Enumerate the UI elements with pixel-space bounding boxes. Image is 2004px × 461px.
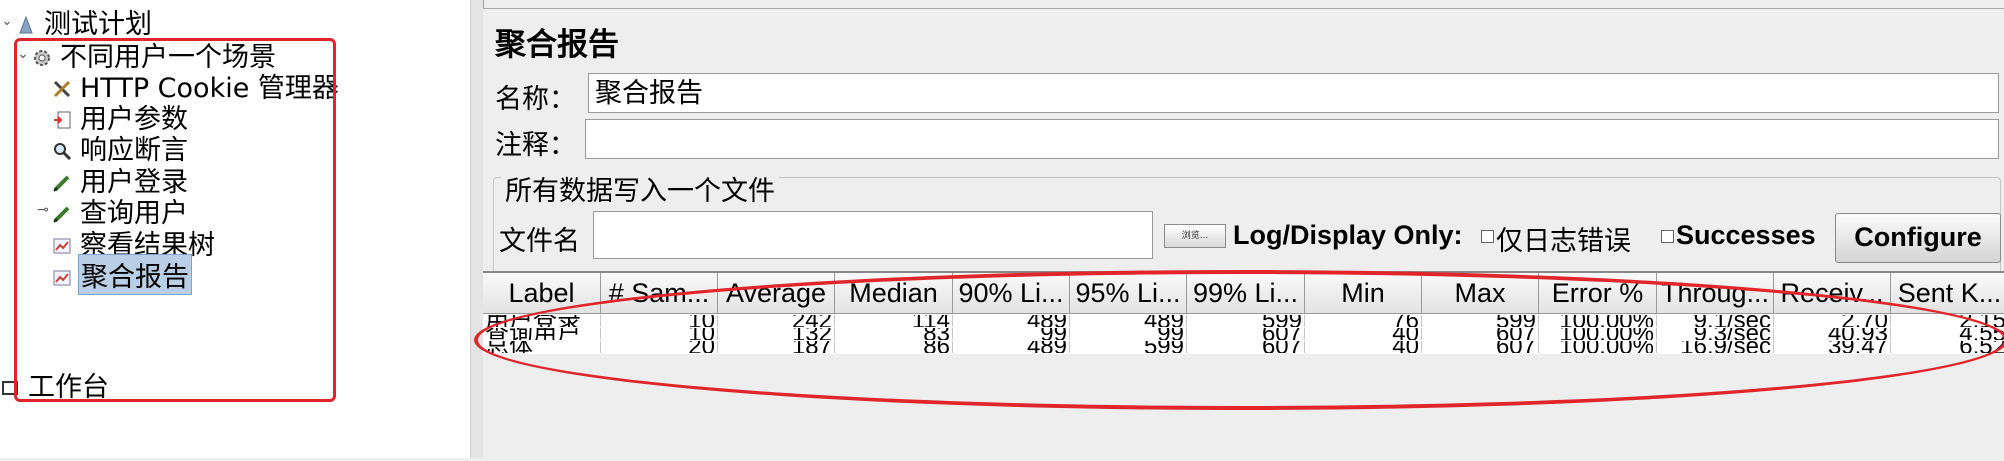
column-header-label[interactable]: Label (483, 273, 601, 313)
preprocessor-icon (52, 106, 72, 129)
cell-throughput: 9.3/sec (1657, 328, 1774, 340)
table-header: Label # Sam... Average Median 90% Li... … (483, 273, 2004, 314)
column-header-sent[interactable]: Sent K... (1891, 273, 2004, 313)
errors-only-checkbox[interactable] (1481, 230, 1494, 243)
wrench-cross-icon (52, 75, 72, 98)
successes-label: Successes (1676, 220, 1816, 250)
cell-median: 86 (835, 341, 953, 353)
aggregate-table: Label # Sam... Average Median 90% Li... … (483, 271, 2004, 461)
name-label: 名称： (495, 84, 576, 115)
filename-label: 文件名 (499, 226, 580, 257)
sampler-pen-icon (52, 200, 72, 223)
magnifier-icon (52, 137, 72, 161)
cell-min: 40 (1305, 328, 1422, 340)
cell-label: 查询用户 (483, 328, 601, 340)
tree-node-aggregate-report[interactable]: 聚合报告 (52, 253, 192, 295)
cell-samples: 20 (601, 341, 718, 353)
column-header-throughput[interactable]: Throug... (1657, 273, 1774, 313)
table-empty-area (483, 355, 2004, 461)
table-row[interactable]: 查询用户 10 132 83 99 99 607 40 607 100.00% … (483, 328, 2004, 340)
column-header-average[interactable]: Average (718, 273, 835, 313)
tree-node-label: 工作台 (28, 371, 109, 403)
tree-node-workbench[interactable]: 工作台 (0, 366, 111, 403)
cell-median: 83 (835, 328, 953, 340)
column-header-median[interactable]: Median (835, 273, 953, 313)
filename-field[interactable] (593, 211, 1153, 259)
cell-90-line: 489 (953, 341, 1070, 353)
sampler-pen-icon (52, 169, 72, 192)
test-plan-icon (16, 11, 36, 34)
cell-sent: 6.52 (1891, 341, 2004, 353)
table-row[interactable]: 总体 20 187 86 489 599 607 40 607 100.00% … (483, 341, 2004, 353)
column-header-99-line[interactable]: 99% Li... (1187, 273, 1305, 313)
cell-sent: 2.15 (1891, 315, 2004, 327)
aggregate-report-panel: 聚合报告 名称： 聚合报告 注释： 所有数据写入一个文件 文件名 浏览... L… (483, 8, 2004, 461)
tree-node-label: 聚合报告 (78, 253, 192, 295)
expand-toggle-icon[interactable]: ⊸ (36, 202, 50, 218)
column-header-error[interactable]: Error % (1539, 273, 1657, 313)
cell-label: 总体 (483, 341, 601, 353)
write-to-file-title: 所有数据写入一个文件 (501, 169, 779, 208)
log-display-only-label: Log/Display Only: (1233, 220, 1463, 250)
test-plan-tree: ⌄ 测试计划 ⌄ 不同用户一个场景 HTTP Cookie 管理器 用户参数 响… (0, 0, 471, 458)
cell-min: 40 (1305, 341, 1422, 353)
errors-only-label: 仅日志错误 (1496, 226, 1631, 257)
listener-chart-icon (52, 264, 72, 286)
column-header-95-line[interactable]: 95% Li... (1070, 273, 1187, 313)
workbench-icon (0, 374, 20, 395)
cell-median: 114 (835, 315, 953, 327)
browse-button[interactable]: 浏览... (1164, 224, 1226, 248)
column-header-min[interactable]: Min (1305, 273, 1422, 313)
cell-90-line: 99 (953, 328, 1070, 340)
cell-error: 100.00% (1539, 328, 1657, 340)
table-body: 用户登录 10 242 114 489 489 599 76 599 100.0… (483, 314, 2004, 354)
cell-received: 40.93 (1774, 328, 1891, 340)
cell-average: 132 (718, 328, 835, 340)
cell-average: 242 (718, 315, 835, 327)
cell-99-line: 607 (1187, 341, 1305, 353)
cell-label: 用户登录 (483, 315, 601, 327)
cell-90-line: 489 (953, 315, 1070, 327)
expand-toggle-icon[interactable]: ⌄ (0, 13, 14, 29)
column-header-90-line[interactable]: 90% Li... (953, 273, 1070, 313)
table-row[interactable]: 用户登录 10 242 114 489 489 599 76 599 100.0… (483, 315, 2004, 327)
thread-group-gear-icon (32, 44, 52, 66)
configure-button[interactable]: Configure (1835, 213, 2001, 263)
split-pane-divider[interactable] (470, 0, 484, 458)
column-header-samples[interactable]: # Sam... (601, 273, 718, 313)
cell-samples: 10 (601, 328, 718, 340)
cell-error: 100.00% (1539, 341, 1657, 353)
column-header-received[interactable]: Receiv... (1774, 273, 1891, 313)
cell-99-line: 607 (1187, 328, 1305, 340)
comment-label: 注释： (495, 130, 576, 161)
column-header-max[interactable]: Max (1422, 273, 1539, 313)
cell-99-line: 599 (1187, 315, 1305, 327)
cell-throughput: 9.1/sec (1657, 315, 1774, 327)
cell-sent: 4.55 (1891, 328, 2004, 340)
cell-max: 607 (1422, 341, 1539, 353)
cell-max: 607 (1422, 328, 1539, 340)
cell-95-line: 599 (1070, 341, 1187, 353)
cell-95-line: 99 (1070, 328, 1187, 340)
cell-min: 76 (1305, 315, 1422, 327)
cell-samples: 10 (601, 315, 718, 327)
cell-95-line: 489 (1070, 315, 1187, 327)
listener-chart-icon (52, 232, 72, 254)
name-field[interactable]: 聚合报告 (588, 73, 1999, 113)
successes-checkbox[interactable] (1661, 230, 1674, 243)
cell-received: 2.70 (1774, 315, 1891, 327)
comment-field[interactable] (585, 119, 1999, 159)
cell-average: 187 (718, 341, 835, 353)
cell-max: 599 (1422, 315, 1539, 327)
expand-toggle-icon[interactable]: ⌄ (16, 46, 30, 62)
cell-received: 39.47 (1774, 341, 1891, 353)
page-title: 聚合报告 (495, 27, 619, 63)
cell-throughput: 16.9/sec (1657, 341, 1774, 353)
cell-error: 100.00% (1539, 315, 1657, 327)
